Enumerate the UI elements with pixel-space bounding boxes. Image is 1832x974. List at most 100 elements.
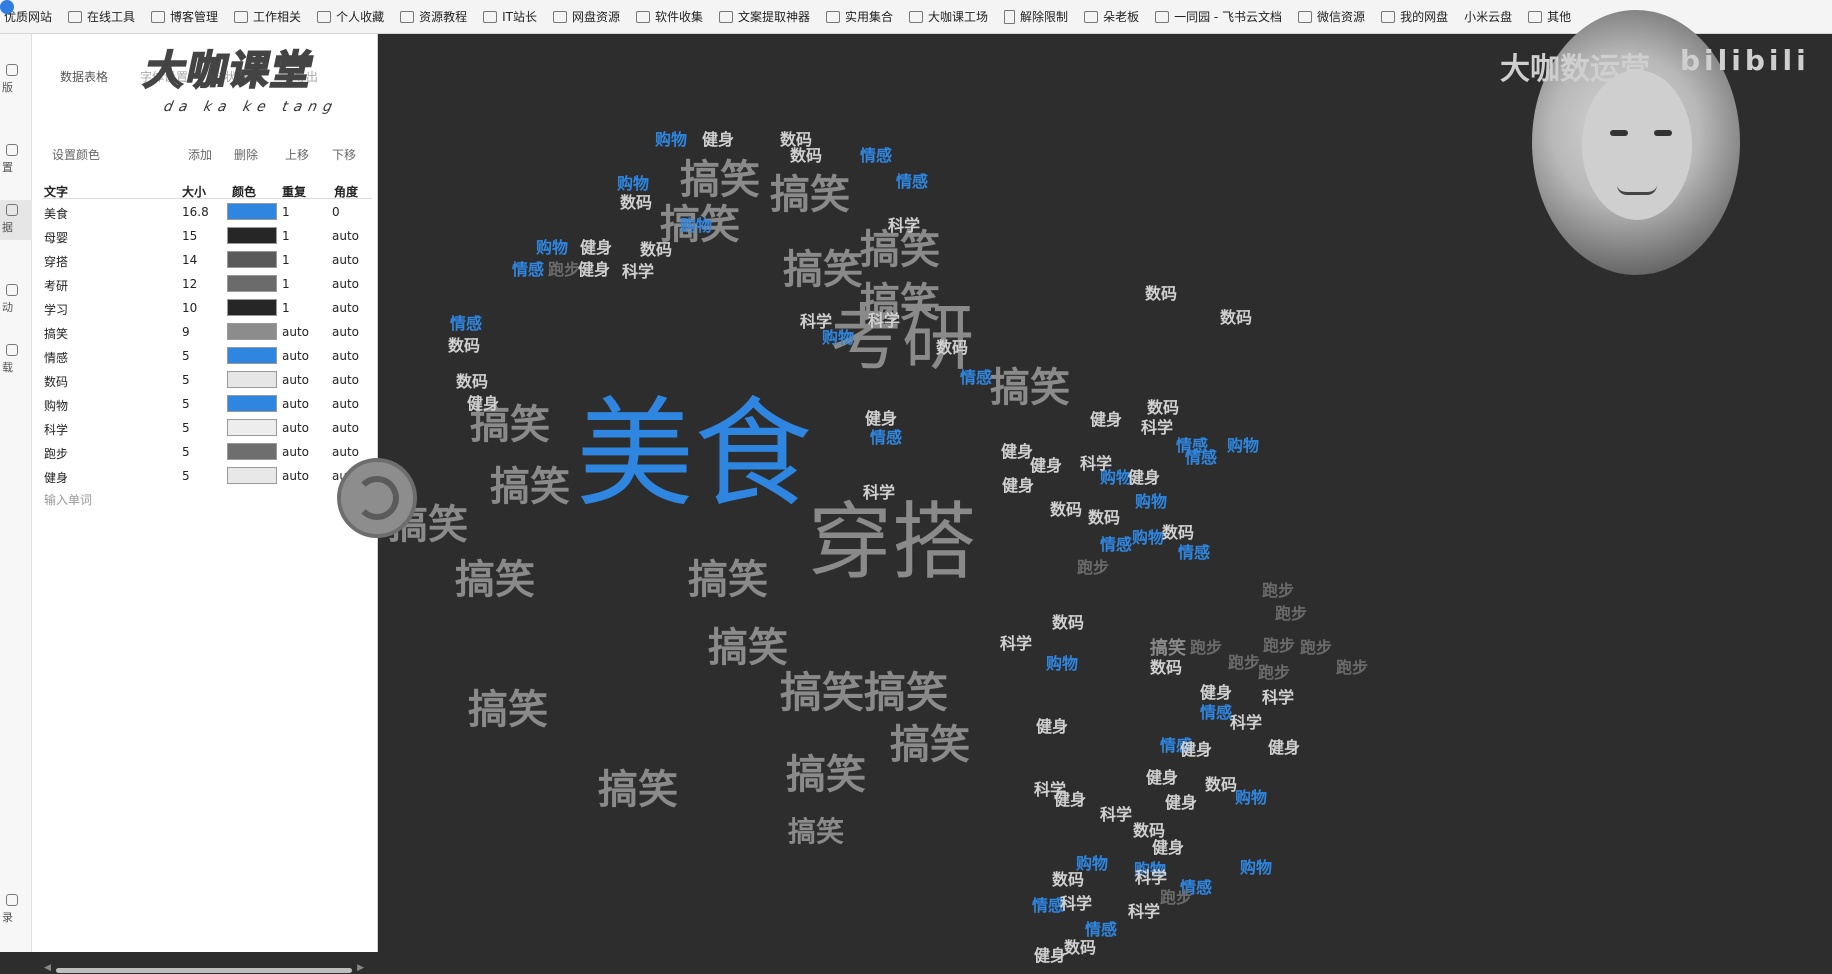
cell-repeat[interactable]: auto [282, 325, 309, 339]
cell-text[interactable]: 健身 [44, 469, 68, 486]
scroll-right-icon[interactable]: ▶ [357, 963, 364, 973]
cell-angle[interactable]: 0 [332, 205, 340, 219]
cell-angle[interactable]: auto [332, 277, 359, 291]
cell-text[interactable]: 美食 [44, 205, 68, 222]
table-row[interactable]: 考研 12 1 auto [42, 273, 372, 295]
delete-button[interactable]: 删除 [234, 146, 258, 163]
cell-repeat[interactable]: auto [282, 373, 309, 387]
horizontal-scrollbar[interactable]: ◀ ▶ [44, 963, 364, 974]
bookmark-item[interactable]: 在线工具 [61, 0, 144, 33]
cell-angle[interactable]: auto [332, 325, 359, 339]
cell-angle[interactable]: auto [332, 253, 359, 267]
color-swatch[interactable] [227, 227, 277, 244]
color-swatch[interactable] [227, 299, 277, 316]
cell-text[interactable]: 科学 [44, 421, 68, 438]
cell-size[interactable]: 10 [182, 301, 197, 315]
sidebar-item-record[interactable]: 录 [0, 890, 32, 930]
table-row[interactable]: 健身5autoauto [42, 465, 372, 487]
bookmark-item[interactable]: 我的网盘 [1374, 0, 1457, 33]
color-swatch[interactable] [227, 323, 277, 340]
color-swatch[interactable] [227, 443, 277, 460]
color-swatch[interactable] [227, 419, 277, 436]
cell-angle[interactable]: auto [332, 229, 359, 243]
cell-size[interactable]: 5 [182, 397, 190, 411]
cell-size[interactable]: 5 [182, 469, 190, 483]
cell-size[interactable]: 14 [182, 253, 197, 267]
cell-size[interactable]: 15 [182, 229, 197, 243]
bookmark-item[interactable]: 实用集合 [819, 0, 902, 33]
cell-text[interactable]: 跑步 [44, 445, 68, 462]
bookmark-item[interactable]: 个人收藏 [310, 0, 393, 33]
bookmark-item[interactable]: 其他 [1521, 0, 1580, 33]
color-swatch[interactable] [227, 347, 277, 364]
table-row[interactable]: 母婴 15 1 auto [42, 225, 372, 247]
sidebar-item-data[interactable]: 据 [0, 200, 32, 240]
cell-angle[interactable]: auto [332, 397, 359, 411]
bookmark-item[interactable]: 资源教程 [393, 0, 476, 33]
add-word-input[interactable]: 输入单词 [44, 491, 92, 508]
cell-text[interactable]: 购物 [44, 397, 68, 414]
cell-size[interactable]: 12 [182, 277, 197, 291]
cell-repeat[interactable]: auto [282, 397, 309, 411]
table-row[interactable]: 学习 10 1 auto [42, 297, 372, 319]
sidebar-item-animation[interactable]: 动 [0, 280, 32, 320]
cell-size[interactable]: 5 [182, 349, 190, 363]
cell-size[interactable]: 5 [182, 373, 190, 387]
set-color-button[interactable]: 设置颜色 [52, 146, 100, 163]
color-swatch[interactable] [227, 395, 277, 412]
bookmark-item[interactable]: 大咖课工场 [902, 0, 997, 33]
bookmark-item[interactable]: 解除限制 [997, 0, 1077, 33]
cell-angle[interactable]: auto [332, 301, 359, 315]
table-row[interactable]: 情感 5 auto auto [42, 345, 372, 367]
color-swatch[interactable] [227, 371, 277, 388]
cell-angle[interactable]: auto [332, 349, 359, 363]
table-row[interactable]: 科学 5 auto auto [42, 417, 372, 439]
cell-text[interactable]: 考研 [44, 277, 68, 294]
bookmark-item[interactable]: 一同园 - 飞书云文档 [1148, 0, 1291, 33]
cell-repeat[interactable]: 1 [282, 301, 290, 315]
bookmark-item[interactable]: 微信资源 [1291, 0, 1374, 33]
table-row[interactable]: 购物 5 auto auto [42, 393, 372, 415]
table-row[interactable]: 穿搭 14 1 auto [42, 249, 372, 271]
cell-repeat[interactable]: 1 [282, 253, 290, 267]
bookmark-item[interactable]: IT站长 [476, 0, 546, 33]
bookmark-item[interactable]: 软件收集 [629, 0, 712, 33]
table-row[interactable]: 美食 16.8 1 0 [42, 201, 372, 223]
table-row[interactable]: 数码 5 auto auto [42, 369, 372, 391]
cell-size[interactable]: 16.8 [182, 205, 209, 219]
bookmark-item[interactable]: 博客管理 [144, 0, 227, 33]
scrollbar-thumb[interactable] [56, 968, 352, 973]
cell-repeat[interactable]: 1 [282, 205, 290, 219]
bookmark-item[interactable]: 文案提取神器 [712, 0, 819, 33]
tab-data-table[interactable]: 数据表格 [60, 68, 108, 85]
sidebar-item-template[interactable]: 版 [0, 60, 32, 100]
cell-repeat[interactable]: auto [282, 445, 309, 459]
cell-repeat[interactable]: auto [282, 421, 309, 435]
cell-angle[interactable]: auto [332, 421, 359, 435]
bookmark-item[interactable]: 工作相关 [227, 0, 310, 33]
cell-size[interactable]: 5 [182, 421, 190, 435]
cell-text[interactable]: 情感 [44, 349, 68, 366]
cell-size[interactable]: 9 [182, 325, 190, 339]
cell-text[interactable]: 学习 [44, 301, 68, 318]
regenerate-button[interactable] [337, 458, 417, 538]
scroll-left-icon[interactable]: ◀ [44, 963, 51, 973]
bookmark-item[interactable]: 网盘资源 [546, 0, 629, 33]
table-row[interactable]: 跑步 5 auto auto [42, 441, 372, 463]
sidebar-item-download[interactable]: 载 [0, 340, 32, 380]
bookmark-item[interactable]: 小米云盘 [0, 0, 1521, 33]
table-row[interactable]: 搞笑 9 auto auto [42, 321, 372, 343]
color-swatch[interactable] [227, 467, 277, 484]
cell-text[interactable]: 穿搭 [44, 253, 68, 270]
sidebar-item-settings[interactable]: 置 [0, 140, 32, 180]
cell-size[interactable]: 5 [182, 445, 190, 459]
color-swatch[interactable] [227, 203, 277, 220]
cell-text[interactable]: 母婴 [44, 229, 68, 246]
move-down-button[interactable]: 下移 [332, 146, 356, 163]
add-button[interactable]: 添加 [188, 146, 212, 163]
move-up-button[interactable]: 上移 [285, 146, 309, 163]
cell-angle[interactable]: auto [332, 373, 359, 387]
cell-repeat[interactable]: auto [282, 349, 309, 363]
bookmark-item[interactable]: 朵老板 [1077, 0, 1148, 33]
cell-repeat[interactable]: 1 [282, 229, 290, 243]
